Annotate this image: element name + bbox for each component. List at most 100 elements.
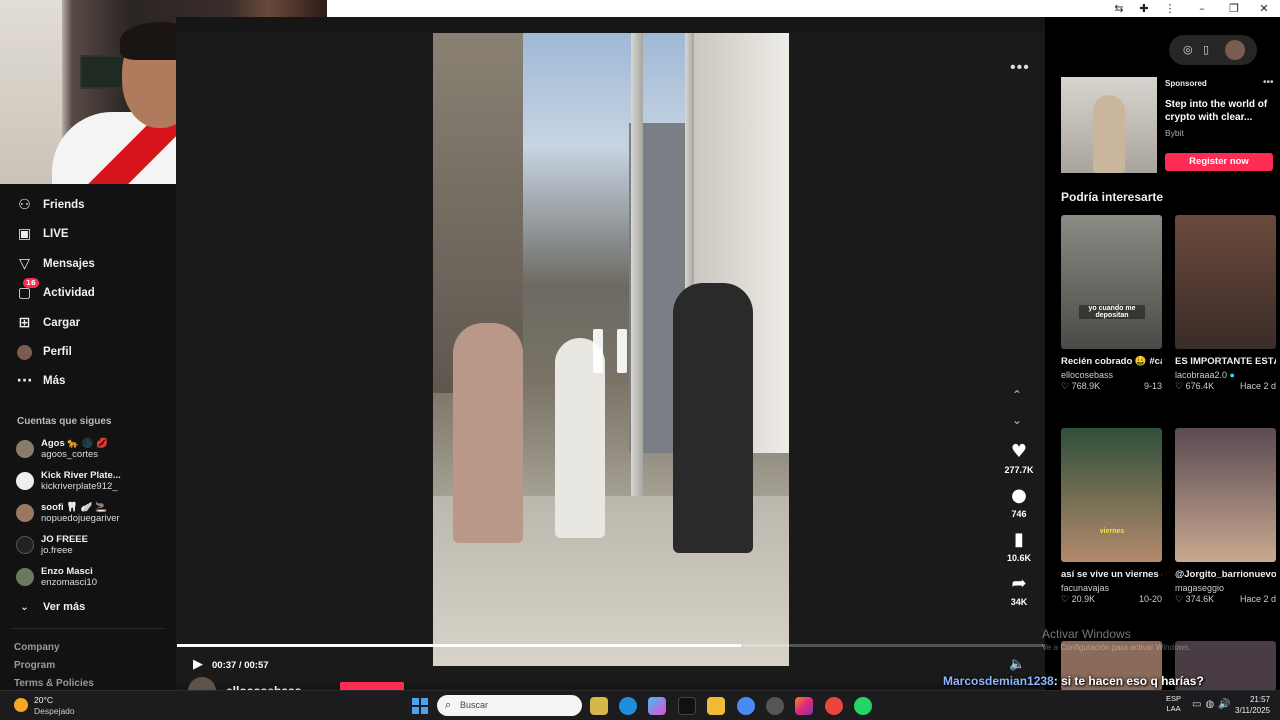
following-name: JO FREEE xyxy=(41,534,88,545)
nav-more[interactable]: ··· Más xyxy=(16,369,66,393)
left-sidebar: ⚇ Friends ▣ LIVE ▽ Mensajes ▢ 16 Activida… xyxy=(0,184,176,690)
browser-title-bar: ⇆ ✚ ⋮ – ❐ ✕ xyxy=(327,0,1280,17)
activate-windows-sub: Ve a Configuración para activar Windows. xyxy=(1042,643,1191,652)
clock[interactable]: 21:57 3/11/2025 xyxy=(1228,694,1270,716)
app-icon-obs[interactable] xyxy=(766,697,784,715)
app-icon-chrome[interactable] xyxy=(737,697,755,715)
more-options-button[interactable]: ••• xyxy=(1010,59,1030,77)
card-views: 676.4K xyxy=(1185,381,1215,391)
app-icon-whatsapp[interactable] xyxy=(854,697,872,715)
following-handle: nopuedojuegariver xyxy=(41,513,120,524)
restore-icon[interactable]: ❐ xyxy=(1227,2,1241,15)
share-icon: ➦ xyxy=(1011,573,1027,594)
menu-dots-icon[interactable]: ⋮ xyxy=(1163,2,1177,15)
minimize-icon[interactable]: – xyxy=(1195,2,1209,15)
register-now-button[interactable]: Register now xyxy=(1165,153,1273,171)
card-date: 10-20 xyxy=(1138,594,1162,604)
following-item[interactable]: Agos 🐆 🌑 💋 agoos_cortes xyxy=(16,438,108,460)
footer-link-program[interactable]: Program xyxy=(14,660,55,671)
right-panel: ◎ ▯ Sponsored ••• Step into the world of… xyxy=(1045,17,1280,691)
ad-brand: Bybit xyxy=(1165,128,1184,138)
app-icon-explorer[interactable] xyxy=(707,697,725,715)
app-icon-copilot[interactable] xyxy=(648,697,666,715)
activity-badge: 16 xyxy=(23,277,39,288)
app-icon-tiktok[interactable] xyxy=(678,697,696,715)
volume-icon[interactable]: 🔈 xyxy=(1009,657,1025,672)
footer-link-terms[interactable]: Terms & Policies xyxy=(14,678,94,689)
language-indicator[interactable]: ESP LAA xyxy=(1166,694,1181,714)
pause-icon xyxy=(617,329,627,373)
nav-messages[interactable]: ▽ Mensajes xyxy=(16,252,95,276)
live-icon: ▣ xyxy=(17,225,32,242)
app-icon-instagram[interactable] xyxy=(795,697,813,715)
extension-pill: ◎ ▯ xyxy=(1169,35,1257,65)
nav-profile[interactable]: Perfil xyxy=(16,340,72,364)
share-count: 34K xyxy=(1010,597,1028,607)
video-feed: ••• ⌃ ⌄ ♥ 277.7K ● 746 ▮ 10.6K ➦ 34K ▶ 0… xyxy=(176,17,1045,705)
recommendation-card[interactable]: @Jorgito_barrionuevo 💘 magaseggio ♡ 374.… xyxy=(1175,428,1276,605)
video-stage[interactable]: ••• ⌃ ⌄ ♥ 277.7K ● 746 ▮ 10.6K ➦ 34K ▶ 0… xyxy=(177,33,1045,683)
search-placeholder: Buscar xyxy=(460,700,489,710)
following-title: Cuentas que sigues xyxy=(17,416,112,427)
card-views: 20.9K xyxy=(1071,594,1096,604)
comment-icon: ● xyxy=(1011,485,1027,506)
search-icon: ⌕ xyxy=(445,698,452,711)
save-button[interactable]: ▮ 10.6K xyxy=(999,529,1039,563)
nav-friends[interactable]: ⚇ Friends xyxy=(16,193,84,217)
avatar xyxy=(16,536,34,554)
heart-icon: ♡ xyxy=(1175,594,1186,604)
close-icon[interactable]: ✕ xyxy=(1257,2,1271,15)
app-icon-notes[interactable] xyxy=(590,697,608,715)
chat-username: Marcosdemian1238 xyxy=(943,674,1054,688)
stream-chat-message: Marcosdemian1238: si te hacen eso q harí… xyxy=(943,674,1204,688)
comment-button[interactable]: ● 746 xyxy=(999,485,1039,519)
translate-icon[interactable]: ⇆ xyxy=(1112,2,1126,15)
video-player[interactable] xyxy=(433,33,789,666)
heart-icon: ♡ xyxy=(1061,594,1072,604)
ad-thumbnail[interactable] xyxy=(1061,77,1157,173)
following-item[interactable]: Kick River Plate... kickriverplate912_ xyxy=(16,470,121,492)
following-handle: agoos_cortes xyxy=(41,449,99,460)
recommendation-card[interactable]: yo cuando me depositan Recién cobrado 🤑 … xyxy=(1061,215,1162,392)
compass-icon[interactable]: ◎ xyxy=(1183,43,1193,56)
card-caption: @Jorgito_barrionuevo 💘 xyxy=(1175,569,1276,580)
activate-windows-watermark: Activar Windows xyxy=(1042,627,1131,641)
chevron-down-icon: ⌄ xyxy=(20,601,29,613)
taskbar-search[interactable]: ⌕ Buscar xyxy=(437,695,582,716)
more-icon: ··· xyxy=(16,372,33,389)
following-item[interactable]: soofi 🦷 🪽 🚬 nopuedojuegariver xyxy=(16,502,120,524)
next-video-icon[interactable]: ⌄ xyxy=(1012,413,1022,427)
see-more-link[interactable]: ⌄ Ver más xyxy=(16,595,85,619)
weather-icon[interactable] xyxy=(14,698,28,712)
recommendation-card[interactable]: viernes así se vive un viernes en la bar… xyxy=(1061,428,1162,605)
phone-icon[interactable]: ▯ xyxy=(1203,43,1209,56)
weather-description[interactable]: Despejado xyxy=(34,706,75,716)
play-icon[interactable]: ▶ xyxy=(193,657,203,672)
nav-upload[interactable]: ⊞ Cargar xyxy=(16,311,80,335)
recommendation-card[interactable]: ES IMPORTANTE ESTÁR NUTRIDO ... lacobraa… xyxy=(1175,215,1276,392)
like-button[interactable]: ♥ 277.7K xyxy=(999,441,1039,475)
app-icon-chrome-2[interactable] xyxy=(825,697,843,715)
share-button[interactable]: ➦ 34K xyxy=(999,573,1039,607)
chat-text: : si te hacen eso q harías? xyxy=(1053,674,1204,688)
messages-icon: ▽ xyxy=(19,255,30,272)
ad-title[interactable]: Step into the world of crypto with clear… xyxy=(1165,98,1275,124)
nav-label: Mensajes xyxy=(43,258,95,270)
windows-taskbar: 20°C Despejado ⌕ Buscar ESP LAA ▭◍🔊 21:57… xyxy=(0,690,1280,720)
following-name: Kick River Plate... xyxy=(41,470,121,481)
app-icon-edge[interactable] xyxy=(619,697,637,715)
following-name: soofi 🦷 🪽 🚬 xyxy=(41,502,108,513)
avatar[interactable] xyxy=(1225,40,1245,60)
extensions-icon[interactable]: ✚ xyxy=(1137,2,1151,15)
nav-activity[interactable]: ▢ 16 Actividad xyxy=(16,277,95,305)
footer-link-company[interactable]: Company xyxy=(14,642,60,653)
ad-more-icon[interactable]: ••• xyxy=(1263,77,1274,88)
following-item[interactable]: JO FREEE jo.freee xyxy=(16,534,88,556)
start-button[interactable] xyxy=(412,698,428,714)
previous-video-icon[interactable]: ⌃ xyxy=(1012,388,1022,402)
avatar xyxy=(16,504,34,522)
weather-temperature[interactable]: 20°C xyxy=(34,695,53,705)
nav-live[interactable]: ▣ LIVE xyxy=(16,222,69,246)
following-item[interactable]: Enzo Masci enzomasci10 xyxy=(16,566,97,588)
video-progress-bar[interactable] xyxy=(177,644,1045,647)
